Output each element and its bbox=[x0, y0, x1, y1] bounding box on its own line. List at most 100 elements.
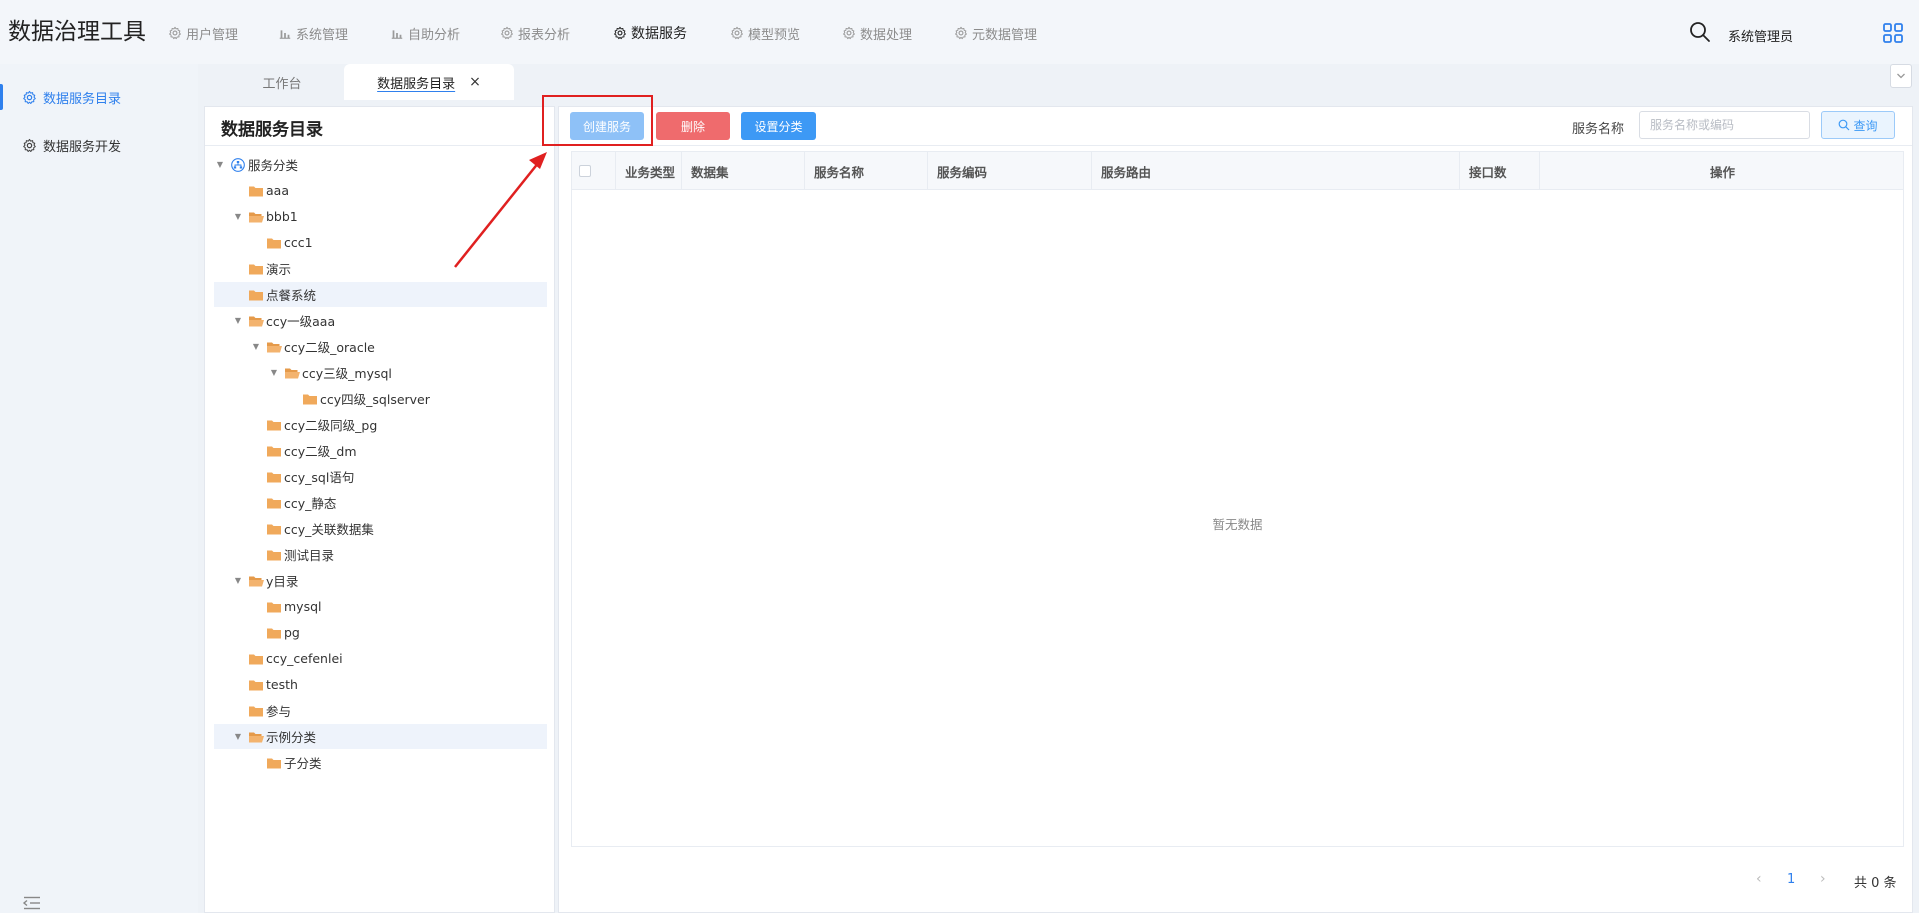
tree-node[interactable]: ▼ccy二级同级_pg bbox=[214, 412, 547, 437]
bar-chart-icon bbox=[391, 30, 403, 39]
tree-node[interactable]: ▼testh bbox=[214, 672, 547, 697]
tree-node[interactable]: ▼ccy_关联数据集 bbox=[214, 516, 547, 541]
column-header[interactable]: 服务编码 bbox=[928, 152, 1092, 190]
column-header[interactable]: 接口数 bbox=[1460, 152, 1540, 190]
tree-node-label: 服务分类 bbox=[248, 158, 299, 173]
tab-service-catalog[interactable]: 数据服务目录 × bbox=[344, 64, 514, 100]
nav-item-0[interactable]: 用户管理 bbox=[168, 22, 238, 44]
delete-button[interactable]: 删除 bbox=[656, 112, 730, 140]
column-header[interactable]: 数据集 bbox=[682, 152, 805, 190]
caret-down-icon[interactable]: ▼ bbox=[268, 368, 280, 377]
tree-node-label: ccy_关联数据集 bbox=[284, 522, 374, 537]
nav-item-6[interactable]: 数据处理 bbox=[842, 22, 912, 44]
sidebar-item-service-dev[interactable]: 数据服务开发 bbox=[0, 128, 198, 162]
folder-open-icon bbox=[249, 732, 264, 742]
tree-node[interactable]: ▼ 示例分类 bbox=[214, 724, 547, 749]
service-name-input[interactable] bbox=[1639, 111, 1810, 139]
tree-node[interactable]: ▼ccy四级_sqlserver bbox=[214, 386, 547, 411]
close-icon[interactable]: × bbox=[469, 74, 481, 90]
nav-item-7[interactable]: 元数据管理 bbox=[954, 22, 1037, 44]
tree-node[interactable]: ▼ccc1 bbox=[214, 230, 547, 255]
tree-node[interactable]: ▼aaa bbox=[214, 178, 547, 203]
folder-open-icon bbox=[249, 316, 264, 326]
prev-page-button[interactable]: ‹ bbox=[1756, 871, 1762, 887]
sidebar-item-label: 数据服务目录 bbox=[43, 91, 122, 107]
tab-workbench[interactable]: 工作台 bbox=[232, 64, 332, 100]
tree-node[interactable]: ▼ccy_sql语句 bbox=[214, 464, 547, 489]
column-header[interactable]: 服务名称 bbox=[805, 152, 928, 190]
tree-node[interactable]: ▼mysql bbox=[214, 594, 547, 619]
tree-node[interactable]: ▼ccy二级_dm bbox=[214, 438, 547, 463]
folder-icon bbox=[267, 758, 281, 768]
gear-icon bbox=[23, 138, 36, 152]
tree-node[interactable]: ▼ ccy一级aaa bbox=[214, 308, 547, 333]
select-all-cell bbox=[572, 152, 616, 190]
nav-item-2[interactable]: 自助分析 bbox=[390, 22, 460, 44]
category-root-icon bbox=[231, 157, 245, 172]
tree-node[interactable]: ▼pg bbox=[214, 620, 547, 645]
tree-node[interactable]: ▼ccy_静态 bbox=[214, 490, 547, 515]
folder-icon bbox=[249, 706, 263, 716]
caret-down-icon[interactable]: ▼ bbox=[250, 342, 262, 351]
tree-title: 数据服务目录 bbox=[221, 120, 323, 140]
tree-node[interactable]: ▼ ccy二级_oracle bbox=[214, 334, 547, 359]
tree-node-label: 子分类 bbox=[284, 756, 322, 771]
nav-item-4[interactable]: 数据服务 bbox=[613, 22, 687, 44]
nav-item-label: 模型预览 bbox=[748, 27, 801, 43]
set-category-button[interactable]: 设置分类 bbox=[741, 112, 816, 140]
tree-node[interactable]: ▼ y目录 bbox=[214, 568, 547, 593]
caret-down-icon[interactable]: ▼ bbox=[232, 732, 244, 741]
caret-down-icon[interactable]: ▼ bbox=[232, 316, 244, 325]
tree-node[interactable]: ▼参与 bbox=[214, 698, 547, 723]
user-name[interactable]: 系统管理员 bbox=[1728, 26, 1793, 45]
tree-node-label: 测试目录 bbox=[284, 548, 335, 563]
nav-item-label: 数据处理 bbox=[860, 27, 913, 43]
tree-node-label: 参与 bbox=[266, 704, 292, 719]
collapse-menu-icon[interactable] bbox=[22, 896, 42, 910]
service-list-panel: 创建服务 删除 设置分类 服务名称 查询 业务类型 数据集 服务名称 服务编码 … bbox=[558, 106, 1913, 913]
apps-grid-icon[interactable] bbox=[1882, 22, 1904, 44]
tree-node-label: 演示 bbox=[266, 262, 292, 277]
chevron-down-icon bbox=[1897, 73, 1905, 79]
nav-item-1[interactable]: 系统管理 bbox=[278, 22, 348, 44]
caret-down-icon[interactable]: ▼ bbox=[214, 160, 226, 169]
sidebar-item-service-catalog[interactable]: 数据服务目录 bbox=[0, 80, 198, 114]
tree-node[interactable]: ▼ ccy三级_mysql bbox=[214, 360, 547, 385]
tree-node[interactable]: ▼演示 bbox=[214, 256, 547, 281]
tree-node[interactable]: ▼子分类 bbox=[214, 750, 547, 775]
nav-item-label: 元数据管理 bbox=[972, 27, 1038, 43]
app-title: 数据治理工具 bbox=[8, 19, 146, 45]
tree-node[interactable]: ▼点餐系统 bbox=[214, 282, 547, 307]
caret-down-icon[interactable]: ▼ bbox=[232, 212, 244, 221]
sidebar-item-label: 数据服务开发 bbox=[43, 139, 122, 155]
nav-item-5[interactable]: 模型预览 bbox=[730, 22, 800, 44]
tree-node-label: 点餐系统 bbox=[266, 288, 317, 303]
tab-label: 数据服务目录 bbox=[377, 76, 456, 92]
tree-node-label: ccy_sql语句 bbox=[284, 470, 355, 485]
folder-icon bbox=[249, 290, 263, 300]
tabs-more-button[interactable] bbox=[1890, 64, 1912, 88]
next-page-button[interactable]: › bbox=[1820, 871, 1826, 887]
gear-icon bbox=[169, 26, 181, 40]
tree-node-label: 示例分类 bbox=[266, 730, 317, 745]
nav-item-label: 报表分析 bbox=[518, 27, 571, 43]
folder-open-icon bbox=[285, 368, 300, 378]
nav-item-3[interactable]: 报表分析 bbox=[500, 22, 570, 44]
page-number[interactable]: 1 bbox=[1787, 872, 1795, 887]
tree-node[interactable]: ▼ bbb1 bbox=[214, 204, 547, 229]
total-count: 共 0 条 bbox=[1854, 876, 1897, 891]
caret-down-icon[interactable]: ▼ bbox=[232, 576, 244, 585]
query-button[interactable]: 查询 bbox=[1821, 111, 1895, 139]
search-icon[interactable] bbox=[1688, 20, 1712, 44]
tree-node[interactable]: ▼测试目录 bbox=[214, 542, 547, 567]
select-all-checkbox[interactable] bbox=[579, 165, 591, 177]
tree-node[interactable]: ▼ccy_cefenlei bbox=[214, 646, 547, 671]
search-icon bbox=[1839, 119, 1850, 131]
column-header[interactable]: 业务类型 bbox=[616, 152, 682, 190]
table-header: 业务类型 数据集 服务名称 服务编码 服务路由 接口数 操作 bbox=[572, 152, 1903, 190]
column-header[interactable]: 服务路由 bbox=[1092, 152, 1460, 190]
tree-node-label: ccy一级aaa bbox=[266, 314, 336, 329]
tree-node-label: y目录 bbox=[266, 574, 299, 589]
folder-icon bbox=[303, 394, 317, 404]
tree-node[interactable]: ▼ 服务分类 bbox=[214, 152, 547, 177]
